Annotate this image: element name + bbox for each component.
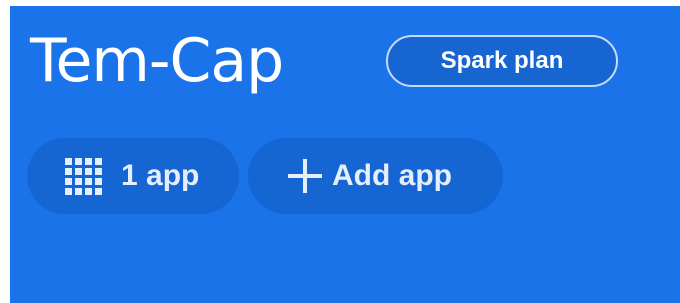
project-header: Tem-Cap Spark plan 1 app Add app (10, 6, 680, 303)
plan-badge-label: Spark plan (440, 47, 564, 74)
plan-badge[interactable]: Spark plan (386, 35, 618, 87)
project-title: Tem-Cap (30, 26, 284, 96)
add-app-button[interactable]: Add app (248, 138, 503, 214)
plus-icon (288, 159, 322, 193)
add-app-label: Add app (332, 159, 452, 192)
apps-count-label: 1 app (121, 159, 200, 192)
grid-icon (65, 158, 102, 195)
apps-count-button[interactable]: 1 app (27, 138, 239, 214)
